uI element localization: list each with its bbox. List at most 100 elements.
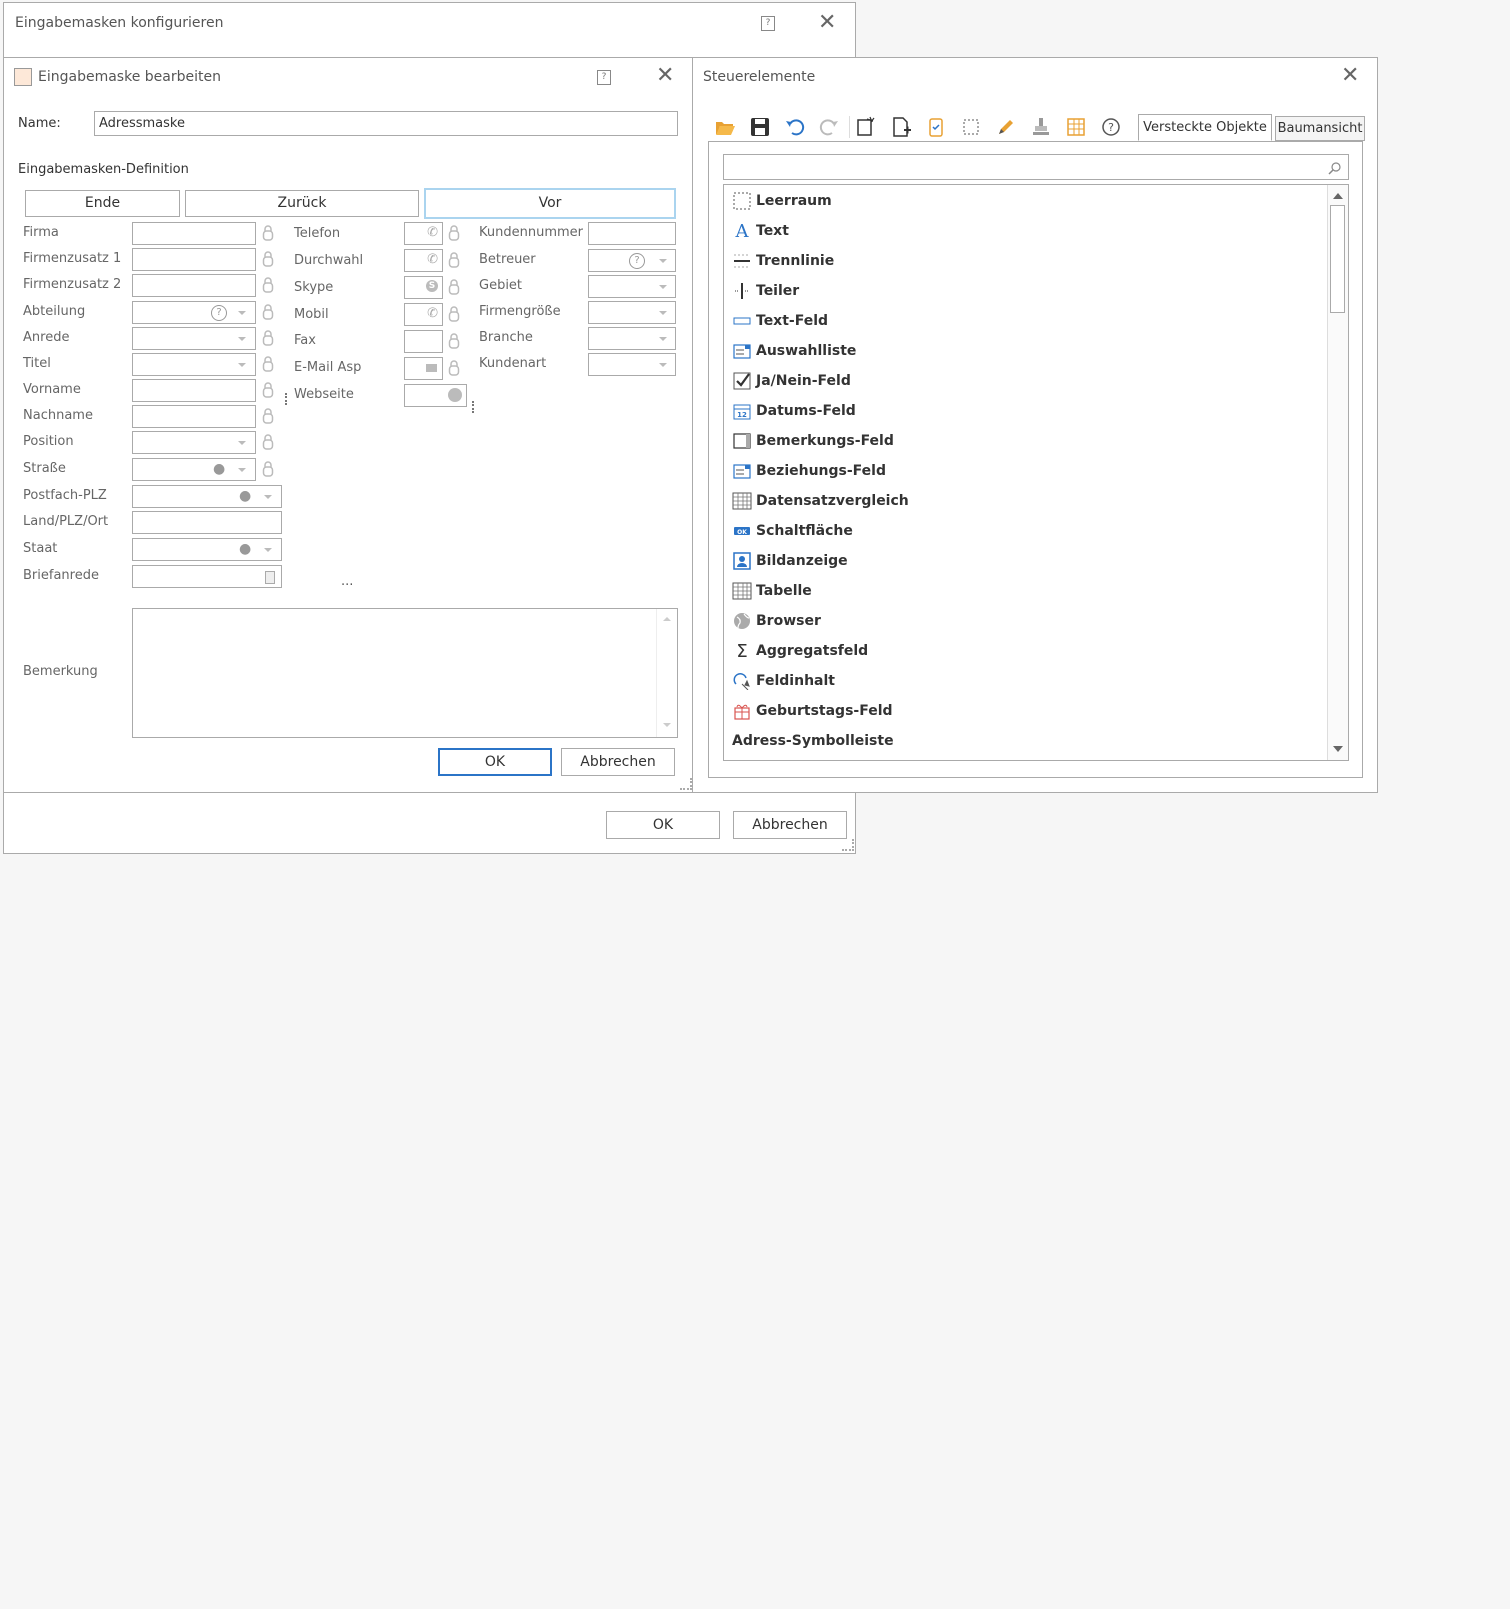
list-item[interactable]: Geburtstags-Feld [724,696,893,726]
edit-cancel-button[interactable]: Abbrechen [561,748,675,776]
lock-icon[interactable] [448,305,460,323]
lock-icon[interactable] [448,332,460,350]
email-asp-input[interactable] [404,357,443,380]
outer-help-icon[interactable]: ? [761,16,775,31]
lock-icon[interactable] [262,355,274,373]
name-input[interactable]: Adressmaske [94,111,678,136]
list-item[interactable]: A Text [724,216,789,246]
list-item[interactable]: Text-Feld [724,306,828,336]
lock-icon[interactable] [262,381,274,399]
list-item[interactable]: Trennlinie [724,246,834,276]
nachname-input[interactable] [132,405,256,428]
gebiet-select[interactable] [588,275,676,298]
list-scrollbar[interactable] [1327,185,1348,760]
stamp-icon[interactable] [1030,116,1052,138]
betreuer-select[interactable]: ? [588,249,676,272]
edit-help-icon[interactable]: ? [597,70,611,85]
fax-input[interactable] [404,330,443,353]
firma-input[interactable] [132,222,256,245]
titel-select[interactable] [132,353,256,376]
briefanrede-input[interactable] [132,565,282,588]
firmenzusatz2-input[interactable] [132,274,256,297]
skype-input[interactable]: S [404,276,443,299]
lock-icon[interactable] [262,303,274,321]
end-button[interactable]: Ende [25,190,180,217]
column-splitter-dots[interactable] [472,401,476,413]
tab-versteckte-objekte[interactable]: Versteckte Objekte [1138,114,1272,141]
kundennummer-input[interactable] [588,222,676,245]
list-item[interactable]: Teiler [724,276,799,306]
strasse-select[interactable]: ● [132,458,256,481]
list-item[interactable]: Adress-Symbolleiste [724,726,894,756]
scroll-up-icon[interactable] [1333,193,1343,199]
edit-resize-grip[interactable] [680,778,692,790]
outer-cancel-button[interactable]: Abbrechen [733,811,847,839]
list-item[interactable]: Datensatzvergleich [724,486,909,516]
lock-icon[interactable] [448,278,460,296]
outer-close-icon[interactable]: ✕ [818,12,836,34]
anrede-select[interactable] [132,327,256,350]
list-item[interactable]: 12 Datums-Feld [724,396,856,426]
clipboard-icon[interactable] [925,116,947,138]
position-select[interactable] [132,431,256,454]
undo-icon[interactable] [784,116,806,138]
edit-close-icon[interactable]: ✕ [656,65,674,87]
webseite-input[interactable] [404,384,467,407]
abteilung-select[interactable]: ? [132,301,256,324]
outer-ok-button[interactable]: OK [606,811,720,839]
edit-ok-button[interactable]: OK [438,748,552,776]
firmenzusatz1-input[interactable] [132,248,256,271]
list-item[interactable]: Feldinhalt [724,666,835,696]
row-splitter-ellipsis[interactable]: ... [341,574,353,589]
lock-icon[interactable] [262,433,274,451]
list-item[interactable]: Auswahlliste [724,336,856,366]
list-item[interactable]: Beziehungs-Feld [724,456,886,486]
lock-icon[interactable] [262,460,274,478]
list-item[interactable]: Bemerkungs-Feld [724,426,894,456]
lock-icon[interactable] [262,329,274,347]
list-item[interactable]: Browser [724,606,821,636]
mobil-input[interactable]: ✆ [404,303,443,326]
lock-icon[interactable] [262,224,274,242]
list-item[interactable]: Bildanzeige [724,546,848,576]
lock-icon[interactable] [448,251,460,269]
lock-icon[interactable] [448,224,460,242]
telefon-input[interactable]: ✆ [404,222,443,245]
table-settings-icon[interactable] [1065,116,1087,138]
land-plz-ort-input[interactable] [132,511,282,534]
lock-icon[interactable] [262,250,274,268]
list-item[interactable]: Tabelle [724,576,812,606]
controls-close-icon[interactable]: ✕ [1341,65,1359,87]
lock-icon[interactable] [262,276,274,294]
folder-open-icon[interactable] [714,116,736,138]
scroll-down-icon[interactable] [663,723,671,727]
staat-select[interactable]: ● [132,538,282,561]
list-item[interactable]: Leerraum [724,186,832,216]
vorname-input[interactable] [132,379,256,402]
list-item[interactable]: OK Schaltfläche [724,516,853,546]
forward-button[interactable]: Vor [424,188,676,219]
firmengroesse-select[interactable] [588,301,676,324]
durchwahl-input[interactable]: ✆ [404,249,443,272]
scroll-up-icon[interactable] [663,617,671,621]
column-splitter-dots[interactable] [285,393,289,405]
pencil-icon[interactable] [995,116,1017,138]
save-icon[interactable] [749,116,771,138]
lock-icon[interactable] [262,407,274,425]
add-page-icon[interactable] [890,116,912,138]
scroll-thumb[interactable] [1330,205,1345,313]
select-frame-icon[interactable] [960,116,982,138]
scroll-down-icon[interactable] [1333,746,1343,752]
back-button[interactable]: Zurück [185,190,419,217]
branche-select[interactable] [588,327,676,350]
list-item[interactable]: Ja/Nein-Feld [724,366,851,396]
controls-search-input[interactable] [723,154,1349,180]
textarea-scrollbar[interactable] [656,609,677,737]
help-icon[interactable]: ? [1100,116,1122,138]
kundenart-select[interactable] [588,353,676,376]
bemerkung-textarea[interactable] [132,608,678,738]
outer-resize-grip[interactable] [842,839,854,851]
lock-icon[interactable] [448,359,460,377]
redo-icon[interactable] [818,116,840,138]
postfach-plz-select[interactable]: ● [132,485,282,508]
